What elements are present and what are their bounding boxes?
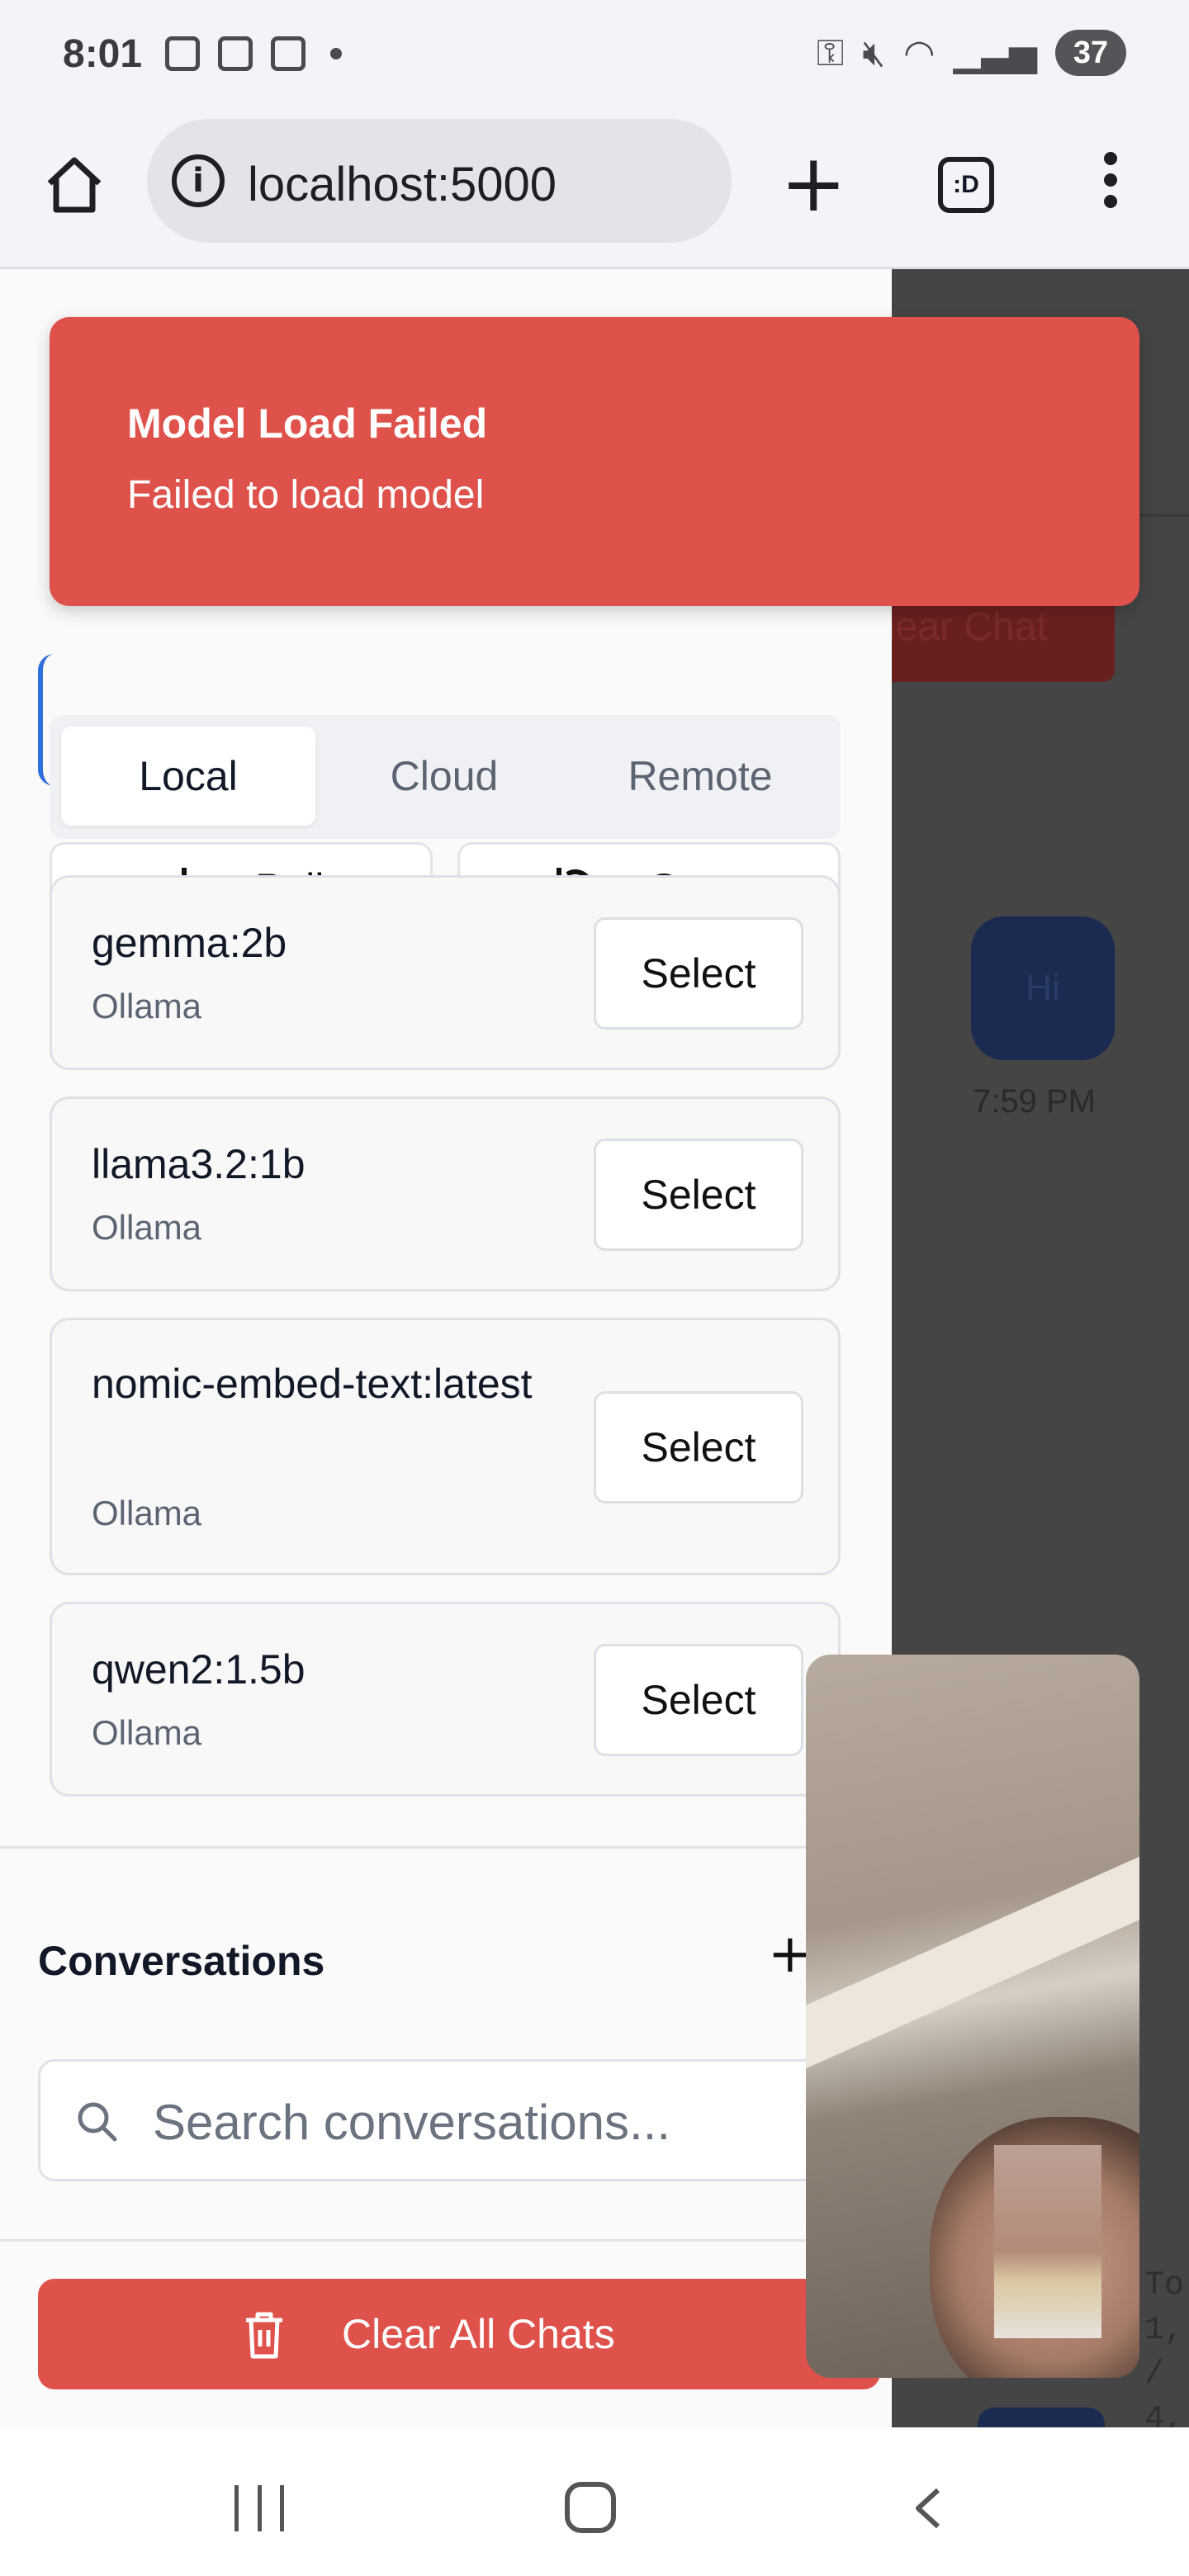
address-bar[interactable]: i localhost:5000 xyxy=(147,119,732,243)
info-icon[interactable]: i xyxy=(172,154,225,207)
toast-message: Failed to load model xyxy=(127,473,485,517)
url-text[interactable]: localhost:5000 xyxy=(248,157,557,212)
background-message-time: 7:59 PM xyxy=(973,1083,1096,1120)
calendar-icon xyxy=(271,36,306,71)
trash-icon xyxy=(246,2312,282,2359)
model-provider: Ollama xyxy=(92,987,202,1025)
model-name: llama3.2:1b xyxy=(92,1141,306,1187)
home-nav-icon[interactable] xyxy=(565,2482,616,2533)
select-model-button[interactable]: Select xyxy=(594,917,803,1030)
wifi-icon: ◠ xyxy=(903,31,936,74)
clear-all-label: Clear All Chats xyxy=(342,2311,615,2357)
conversation-search xyxy=(38,2059,880,2181)
dot-icon xyxy=(330,48,342,59)
error-toast[interactable]: Model Load Failed Failed to load model xyxy=(50,317,1139,606)
section-divider xyxy=(0,1846,892,1849)
select-model-button[interactable]: Select xyxy=(594,1139,803,1251)
status-left-icons xyxy=(165,36,342,71)
video-self-view[interactable] xyxy=(994,2145,1101,2338)
clear-all-chats-button[interactable]: Clear All Chats xyxy=(38,2279,880,2389)
conversations-title: Conversations xyxy=(38,1938,325,1984)
video-call-icon xyxy=(165,36,200,71)
browser-menu-icon[interactable] xyxy=(1098,152,1123,218)
model-provider: Ollama xyxy=(92,1713,202,1752)
tab-switcher-button[interactable]: :D xyxy=(938,157,994,213)
model-card: qwen2:1.5b Ollama Select xyxy=(50,1602,841,1797)
background-message-bubble: Hi xyxy=(971,916,1115,1060)
status-bar: 8:01 ⚿ 🔇︎ ◠ ▁▃▅ 37 xyxy=(0,0,1189,111)
model-provider: Ollama xyxy=(92,1494,202,1532)
model-name: qwen2:1.5b xyxy=(92,1646,306,1693)
signal-icon: ▁▃▅ xyxy=(953,31,1037,74)
new-tab-icon[interactable]: + xyxy=(780,144,846,223)
system-nav-bar xyxy=(0,2427,1189,2576)
model-name: nomic-embed-text:latest xyxy=(92,1361,533,1407)
video-call-pip[interactable] xyxy=(806,1655,1139,2378)
tab-cloud[interactable]: Cloud xyxy=(317,727,571,826)
toast-title: Model Load Failed xyxy=(127,400,488,447)
model-name: gemma:2b xyxy=(92,920,287,966)
tab-local[interactable]: Local xyxy=(61,727,315,826)
screenshot-icon xyxy=(218,36,253,71)
status-time: 8:01 xyxy=(63,32,143,76)
key-icon: ⚿ xyxy=(816,31,845,74)
search-input[interactable] xyxy=(153,2086,863,2157)
tab-remote[interactable]: Remote xyxy=(573,727,827,826)
battery-icon: 37 xyxy=(1055,30,1126,76)
background-code-text: To 1, / 4, xyxy=(1144,2267,1185,2427)
back-icon[interactable] xyxy=(907,2485,953,2531)
model-card: llama3.2:1b Ollama Select xyxy=(50,1096,841,1291)
select-model-button[interactable]: Select xyxy=(594,1644,803,1756)
select-model-button[interactable]: Select xyxy=(594,1391,803,1503)
status-right-icons: ⚿ 🔇︎ ◠ ▁▃▅ 37 xyxy=(817,30,1126,76)
model-card: nomic-embed-text:latest Ollama Select xyxy=(50,1318,841,1575)
recents-icon[interactable] xyxy=(234,2485,284,2531)
model-source-tabs: Local Cloud Remote xyxy=(50,715,841,839)
video-background xyxy=(806,1842,1139,2070)
mute-icon: 🔇︎ xyxy=(862,31,886,74)
search-icon xyxy=(78,2102,117,2142)
model-card: gemma:2b Ollama Select xyxy=(50,875,841,1070)
model-provider: Ollama xyxy=(92,1208,202,1247)
background-blue-element xyxy=(978,2408,1105,2427)
section-divider xyxy=(0,2239,892,2242)
browser-toolbar: i localhost:5000 + :D xyxy=(0,111,1189,269)
home-icon[interactable] xyxy=(41,152,107,218)
